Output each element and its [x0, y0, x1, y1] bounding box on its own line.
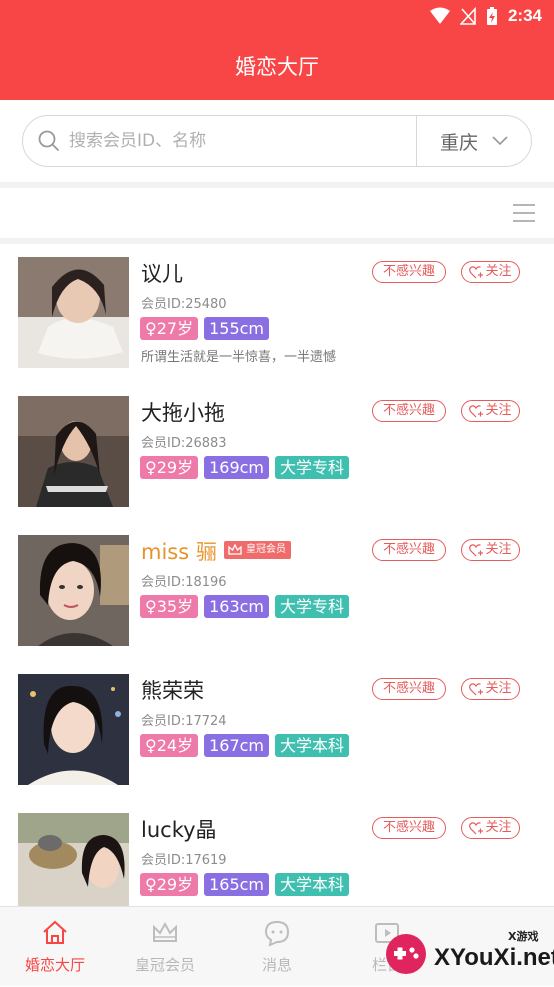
crown-icon	[228, 544, 242, 555]
age-tag: ♀29岁	[140, 456, 199, 479]
heart-plus-icon	[469, 543, 484, 556]
height-tag: 167cm	[204, 734, 270, 757]
member-tags: ♀29岁 165cm 大学本科	[140, 873, 350, 896]
tab-messages[interactable]: 消息	[222, 907, 332, 987]
search-bar: 重庆	[0, 100, 554, 182]
height-tag: 163cm	[204, 595, 270, 618]
member-id: 会员ID:26883	[141, 436, 227, 451]
member-id: 会员ID:18196	[141, 575, 227, 590]
tab-label: 皇冠会员	[134, 956, 195, 974]
status-bar: 2:34	[0, 0, 554, 34]
height-tag: 169cm	[204, 456, 270, 479]
search-input[interactable]	[69, 124, 409, 158]
member-tags: ♀35岁 163cm 大学专科	[140, 595, 350, 618]
member-name: miss 骊	[141, 540, 217, 564]
gamepad-logo-icon	[386, 934, 426, 974]
education-tag: 大学专科	[275, 456, 350, 479]
watermark: X游戏 XYouXi.net	[384, 922, 554, 982]
follow-label: 关注	[485, 820, 512, 835]
city-selector[interactable]: 重庆	[417, 116, 531, 166]
search-icon	[38, 130, 59, 151]
member-name: 熊荣荣	[141, 679, 204, 703]
follow-button[interactable]: 关注	[461, 400, 520, 422]
education-tag: 大学本科	[275, 873, 350, 896]
heart-plus-icon	[469, 682, 484, 695]
battery-charging-icon	[486, 7, 497, 25]
age-tag: ♀35岁	[140, 595, 199, 618]
tab-hall[interactable]: 婚恋大厅	[0, 907, 110, 987]
education-tag: 大学本科	[275, 734, 350, 757]
member-tags: ♀24岁 167cm 大学本科	[140, 734, 350, 757]
tab-vip[interactable]: 皇冠会员	[110, 907, 220, 987]
wifi-icon	[429, 7, 450, 24]
member-photo[interactable]	[18, 535, 129, 646]
tab-label: 婚恋大厅	[24, 956, 85, 974]
tab-label: 消息	[261, 956, 292, 974]
member-id: 会员ID:25480	[141, 297, 227, 312]
chat-icon	[264, 920, 290, 947]
follow-label: 关注	[485, 403, 512, 418]
member-name: 议儿	[141, 262, 183, 286]
age-tag: ♀27岁	[140, 317, 199, 340]
not-interested-button[interactable]: 不感兴趣	[372, 539, 446, 561]
education-tag: 大学专科	[275, 595, 350, 618]
vip-badge: 皇冠会员	[224, 541, 291, 559]
follow-label: 关注	[485, 542, 512, 557]
member-card[interactable]: miss 骊 皇冠会员 会员ID:18196 ♀35岁 163cm 大学专科 不…	[0, 522, 554, 661]
follow-button[interactable]: 关注	[461, 678, 520, 700]
status-time: 2:34	[507, 6, 542, 25]
member-card[interactable]: 熊荣荣 会员ID:17724 ♀24岁 167cm 大学本科 不感兴趣 关注	[0, 661, 554, 800]
member-photo[interactable]	[18, 396, 129, 507]
member-card[interactable]: 大拖小拖 会员ID:26883 ♀29岁 169cm 大学专科 不感兴趣 关注	[0, 383, 554, 522]
member-motto: 所谓生活就是一半惊喜，一半遗憾	[141, 350, 337, 365]
member-photo[interactable]	[18, 674, 129, 785]
member-id: 会员ID:17724	[141, 714, 227, 729]
member-name: lucky晶	[141, 818, 217, 842]
follow-label: 关注	[485, 264, 512, 279]
member-photo[interactable]	[18, 813, 129, 906]
member-card[interactable]: lucky晶 会员ID:17619 ♀29岁 165cm 大学本科 不感兴趣 关…	[0, 800, 554, 906]
no-signal-icon	[459, 7, 476, 25]
member-photo[interactable]	[18, 257, 129, 368]
follow-button[interactable]: 关注	[461, 539, 520, 561]
search-box: 重庆	[22, 115, 532, 167]
home-icon	[43, 920, 67, 944]
filter-bar	[0, 188, 554, 238]
not-interested-button[interactable]: 不感兴趣	[372, 400, 446, 422]
heart-plus-icon	[469, 821, 484, 834]
app-header: 婚恋大厅	[0, 34, 554, 100]
member-tags: ♀29岁 169cm 大学专科	[140, 456, 350, 479]
height-tag: 155cm	[204, 317, 270, 340]
member-id: 会员ID:17619	[141, 853, 227, 868]
not-interested-button[interactable]: 不感兴趣	[372, 261, 446, 283]
member-card[interactable]: 议儿 会员ID:25480 ♀27岁 155cm 所谓生活就是一半惊喜，一半遗憾…	[0, 244, 554, 383]
watermark-text: XYouXi.net	[434, 944, 554, 971]
menu-icon[interactable]	[512, 202, 536, 224]
status-icons: 2:34	[429, 6, 542, 26]
city-label: 重庆	[439, 131, 478, 154]
age-tag: ♀24岁	[140, 734, 199, 757]
crown-icon	[153, 921, 177, 942]
not-interested-button[interactable]: 不感兴趣	[372, 817, 446, 839]
follow-label: 关注	[485, 681, 512, 696]
height-tag: 165cm	[204, 873, 270, 896]
chevron-down-icon	[492, 136, 508, 146]
heart-plus-icon	[469, 265, 484, 278]
member-list: 议儿 会员ID:25480 ♀27岁 155cm 所谓生活就是一半惊喜，一半遗憾…	[0, 244, 554, 906]
not-interested-button[interactable]: 不感兴趣	[372, 678, 446, 700]
follow-button[interactable]: 关注	[461, 817, 520, 839]
watermark-small-text: X游戏	[508, 930, 539, 943]
heart-plus-icon	[469, 404, 484, 417]
member-name: 大拖小拖	[141, 401, 225, 425]
vip-badge-label: 皇冠会员	[246, 544, 286, 555]
member-tags: ♀27岁 155cm	[140, 317, 270, 340]
follow-button[interactable]: 关注	[461, 261, 520, 283]
age-tag: ♀29岁	[140, 873, 199, 896]
page-title: 婚恋大厅	[235, 55, 319, 79]
